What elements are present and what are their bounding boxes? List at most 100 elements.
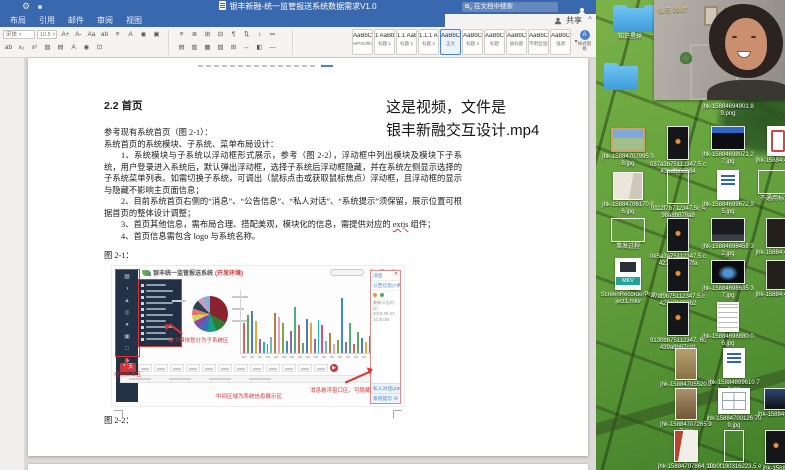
font-tool-button[interactable]: ▤ — [55, 43, 66, 53]
file-label: jhk-15884706170 86.jpg — [600, 202, 656, 216]
style-正文[interactable]: AaBbCcDdEe正文 — [440, 29, 461, 55]
paragraph-tool-button[interactable]: ↕ — [254, 30, 265, 40]
font-tool-button[interactable]: x² — [29, 43, 40, 53]
font-tool-button[interactable]: A — [125, 30, 136, 40]
paragraph-tool-button[interactable]: ¶ — [228, 30, 239, 40]
desktop-file-icon[interactable] — [667, 258, 689, 292]
desktop-file-icon[interactable] — [711, 218, 745, 242]
ribbon-tab-审阅[interactable]: 审阅 — [97, 15, 113, 26]
font-tool-button[interactable]: A — [68, 43, 79, 53]
desktop-file-icon[interactable] — [611, 128, 645, 152]
style-强调[interactable]: AaBbCcDdEe强调 — [550, 29, 571, 55]
desktop-file-icon[interactable] — [611, 218, 645, 242]
font-tool-button[interactable]: ab — [99, 30, 110, 40]
desktop-file-icon[interactable] — [767, 126, 785, 156]
font-tool-button[interactable]: A- — [73, 30, 84, 40]
paragraph-tool-button[interactable]: ▧ — [215, 43, 226, 53]
desktop[interactable]: 知识星球大文件jhk-15884694901 89.pngjhk-1588470… — [596, 0, 785, 470]
style-标题 4[interactable]: AaBbCcDdE标题 4 — [462, 29, 483, 55]
desktop-file-icon[interactable] — [723, 348, 745, 378]
style-pane-button[interactable]: A 样式窗格 — [576, 30, 593, 52]
ribbon-tab-布局[interactable]: 布局 — [10, 15, 26, 26]
paragraph-tool-button[interactable]: ▥ — [189, 43, 200, 53]
collapse-ribbon-icon[interactable]: ^ — [588, 15, 592, 24]
dashboard-tab[interactable] — [154, 364, 168, 372]
bar — [361, 338, 363, 353]
paragraph-tool-button[interactable]: ▤ — [176, 43, 187, 53]
desktop-folder[interactable] — [604, 66, 638, 90]
style-标题[interactable]: AaBbCcDc标题 — [484, 29, 505, 55]
style-标题 2[interactable]: 1.1 AaBb标题 2 — [396, 29, 417, 55]
font-tool-button[interactable]: ≡ — [112, 30, 123, 40]
desktop-file-icon[interactable] — [667, 302, 689, 336]
dashboard-tab[interactable] — [250, 364, 264, 372]
dashboard-tab[interactable] — [202, 364, 216, 372]
desktop-file-icon[interactable] — [667, 218, 689, 252]
font-tool-button[interactable]: x₂ — [16, 43, 27, 53]
dashboard-tab[interactable] — [282, 364, 296, 372]
font-tool-button[interactable]: Aa — [86, 30, 97, 40]
dashboard-tab[interactable] — [266, 364, 280, 372]
desktop-file-icon[interactable] — [674, 430, 698, 462]
dashboard-tab[interactable] — [218, 364, 232, 372]
paragraph-tool-button[interactable]: ≡ — [176, 30, 187, 40]
document-search-input[interactable]: 在文档中搜索 — [462, 2, 558, 12]
x-tick-label — [250, 356, 254, 358]
style-WPSOffice..[interactable]: AaBbCcDdEeWPSOffice.. — [352, 29, 373, 55]
font-tool-button[interactable]: ◉ — [138, 30, 149, 40]
font-name-combo[interactable]: 宋体 ˅ — [3, 30, 35, 39]
share-button[interactable]: 共享 ^ — [554, 15, 582, 26]
desktop-file-icon[interactable] — [667, 126, 689, 160]
font-tool-button[interactable]: ab — [3, 43, 14, 53]
paragraph-tool-button[interactable]: ◧ — [254, 43, 265, 53]
tab-scroll-arrow-icon[interactable]: ▶ — [330, 364, 338, 372]
ribbon-tab-邮件[interactable]: 邮件 — [68, 15, 84, 26]
font-tool-button[interactable]: ⊡ — [94, 43, 105, 53]
paragraph-tool-button[interactable]: ≔ — [267, 30, 278, 40]
paragraph-tool-button[interactable]: ↔ — [241, 43, 252, 53]
desktop-file-icon[interactable] — [675, 348, 697, 380]
style-副标题[interactable]: AaBbCcDc副标题 — [506, 29, 527, 55]
ribbon-tab-视图[interactable]: 视图 — [126, 15, 142, 26]
style-标题 3[interactable]: 1.1.1 AaBbC标题 3 — [418, 29, 439, 55]
paragraph-tool-button[interactable]: ▦ — [202, 43, 213, 53]
desktop-file-icon[interactable] — [765, 430, 785, 464]
desktop-file-icon[interactable] — [613, 172, 643, 200]
desktop-file-icon[interactable] — [667, 170, 689, 204]
desktop-file-icon[interactable] — [717, 170, 739, 200]
desktop-folder[interactable] — [613, 8, 647, 32]
font-tool-button[interactable]: A+ — [60, 30, 71, 40]
desktop-file-icon[interactable] — [766, 218, 785, 248]
dashboard-tab[interactable] — [186, 364, 200, 372]
paragraph-tool-button[interactable]: ≣ — [189, 30, 200, 40]
font-tool-button[interactable]: ▨ — [42, 43, 53, 53]
dashboard-tab[interactable] — [234, 364, 248, 372]
desktop-file-icon[interactable] — [711, 126, 745, 150]
paragraph-tool-button[interactable]: ⊞ — [202, 30, 213, 40]
paragraph-tool-button[interactable]: — — [267, 43, 278, 53]
font-tool-button[interactable]: ▣ — [151, 30, 162, 40]
desktop-file-icon[interactable] — [718, 388, 750, 414]
desktop-file-icon[interactable] — [758, 170, 785, 194]
desktop-file-icon[interactable] — [711, 260, 745, 284]
dashboard-tab[interactable] — [170, 364, 184, 372]
font-tool-button[interactable]: ◉ — [81, 43, 92, 53]
paragraph-tool-button[interactable]: ⇅ — [241, 30, 252, 40]
desktop-file-icon[interactable] — [717, 302, 739, 332]
dashboard-tab[interactable] — [298, 364, 312, 372]
desktop-file-icon[interactable] — [675, 388, 697, 420]
desktop-file-icon[interactable]: MKV — [615, 258, 641, 290]
desktop-file-icon[interactable] — [764, 388, 785, 410]
desktop-file-icon[interactable] — [766, 260, 785, 290]
paragraph-tool-button[interactable]: ⊞ — [228, 43, 239, 53]
font-size-combo[interactable]: 10.5 ˅ — [37, 30, 57, 39]
style-不明显强调[interactable]: AaBbCcDdEe不明显强调 — [528, 29, 549, 55]
desktop-file-icon[interactable] — [724, 430, 744, 462]
paragraph-tool-button[interactable]: ⊟ — [215, 30, 226, 40]
ribbon-tab-引用[interactable]: 引用 — [39, 15, 55, 26]
style-标题 1[interactable]: 1 AaBbC标题 1 — [374, 29, 395, 55]
panel-item-系统提示[interactable]: 系统提示 ⊕ — [371, 393, 400, 403]
bar — [333, 344, 335, 353]
panel-item-私人对话(288)[interactable]: 私人对话(288) ⊕ — [371, 383, 400, 393]
dashboard-tab[interactable] — [314, 364, 328, 372]
